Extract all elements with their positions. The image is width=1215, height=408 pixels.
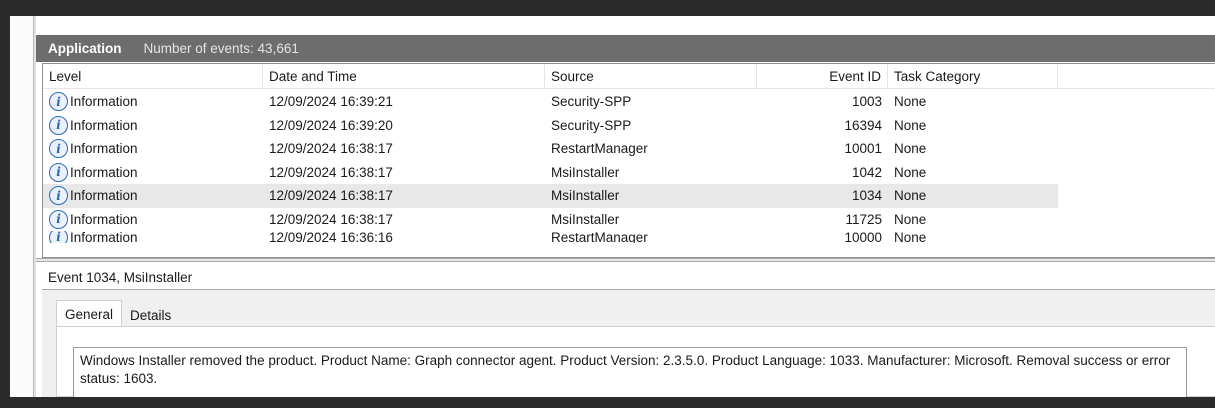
cell-date-time: 12/09/2024 16:39:21	[269, 94, 393, 110]
cell-task-category: None	[894, 211, 927, 227]
pane-splitter-horizontal[interactable]	[36, 258, 1215, 262]
cell-task-category: None	[894, 188, 927, 204]
information-icon: i	[49, 231, 68, 243]
column-header-level[interactable]: Level	[43, 64, 263, 88]
table-row[interactable]: i Information 12/09/2024 16:39:20 Security-…	[43, 114, 1058, 138]
tab-details[interactable]: Details	[122, 302, 180, 328]
cell-source: RestartManager	[551, 141, 648, 157]
cell-level: i Information	[43, 184, 263, 208]
cell-task-category: None	[894, 141, 927, 157]
cell-source: MsiInstaller	[551, 164, 620, 180]
information-icon: i	[49, 115, 68, 135]
level-text: Information	[70, 211, 138, 227]
tab-general[interactable]: General	[56, 300, 123, 328]
level-text: Information	[70, 164, 138, 180]
information-icon: i	[49, 162, 68, 182]
detail-tabs: General Details	[56, 300, 180, 328]
level-text: Information	[70, 94, 138, 110]
cell-date-time: 12/09/2024 16:38:17	[269, 188, 393, 204]
information-icon: i	[49, 209, 68, 229]
event-message[interactable]: Windows Installer removed the product. P…	[73, 347, 1187, 397]
console-tree-pane[interactable]	[10, 16, 34, 397]
event-detail-pane: General Details Windows Installer remove…	[42, 290, 1215, 397]
cell-task-category: None	[894, 231, 927, 243]
table-row[interactable]: i Information 12/09/2024 16:39:21 Security-…	[43, 90, 1058, 114]
cell-level: i Information	[43, 137, 263, 161]
event-viewer-window: Application Number of events: 43,661 Lev…	[10, 16, 1215, 397]
table-row[interactable]: i Information 12/09/2024 16:38:17 MsiInstal…	[43, 208, 1058, 232]
cell-level: i Information	[43, 161, 263, 185]
event-count: Number of events: 43,661	[143, 41, 299, 56]
cell-task-category: None	[894, 164, 927, 180]
cell-event-id: 1034	[851, 188, 882, 204]
level-text: Information	[70, 117, 138, 133]
cell-source: Security-SPP	[551, 117, 632, 133]
cell-event-id: 1042	[851, 164, 882, 180]
table-row[interactable]: i Information 12/09/2024 16:38:17 MsiInstal…	[43, 184, 1058, 208]
cell-task-category: None	[894, 94, 927, 110]
cell-date-time: 12/09/2024 16:36:16	[269, 231, 393, 243]
cell-level: i Information	[43, 231, 263, 243]
cell-event-id: 16394	[844, 117, 882, 133]
table-row[interactable]: i Information 12/09/2024 16:36:16 RestartMa…	[43, 231, 1058, 243]
cell-date-time: 12/09/2024 16:38:17	[269, 211, 393, 227]
cell-source: MsiInstaller	[551, 211, 620, 227]
column-header-source[interactable]: Source	[545, 64, 757, 88]
information-icon: i	[49, 186, 68, 206]
cell-source: RestartManager	[551, 231, 648, 243]
cell-source: Security-SPP	[551, 94, 632, 110]
cell-date-time: 12/09/2024 16:38:17	[269, 164, 393, 180]
log-header-bar: Application Number of events: 43,661	[36, 35, 1215, 62]
information-icon: i	[49, 92, 68, 112]
events-table: Level Date and Time Source Event ID Task…	[42, 63, 1215, 258]
column-header-date-time[interactable]: Date and Time	[263, 64, 545, 88]
cell-event-id: 10001	[844, 141, 882, 157]
column-header-event-id[interactable]: Event ID	[757, 64, 888, 88]
column-header-task-category[interactable]: Task Category	[888, 64, 1058, 88]
cell-date-time: 12/09/2024 16:38:17	[269, 141, 393, 157]
level-text: Information	[70, 231, 138, 243]
event-detail-title: Event 1034, MsiInstaller	[48, 269, 193, 285]
table-row[interactable]: i Information 12/09/2024 16:38:17 RestartMa…	[43, 137, 1058, 161]
level-text: Information	[70, 141, 138, 157]
information-icon: i	[49, 139, 68, 159]
cell-level: i Information	[43, 90, 263, 114]
log-name: Application	[48, 41, 122, 56]
cell-date-time: 12/09/2024 16:39:20	[269, 117, 393, 133]
cell-task-category: None	[894, 117, 927, 133]
cell-level: i Information	[43, 208, 263, 232]
table-row[interactable]: i Information 12/09/2024 16:38:17 MsiInstal…	[43, 161, 1058, 185]
cell-event-id: 10000	[844, 231, 882, 243]
tab-panel-general: Windows Installer removed the product. P…	[56, 326, 1215, 397]
cell-source: MsiInstaller	[551, 188, 620, 204]
level-text: Information	[70, 188, 138, 204]
cell-event-id: 11725	[845, 211, 882, 227]
table-body: i Information 12/09/2024 16:39:21 Security-…	[43, 90, 1215, 243]
cell-event-id: 1003	[851, 94, 882, 110]
events-pane: Application Number of events: 43,661 Lev…	[36, 16, 1215, 397]
cell-level: i Information	[43, 114, 263, 138]
table-header: Level Date and Time Source Event ID Task…	[43, 64, 1215, 89]
